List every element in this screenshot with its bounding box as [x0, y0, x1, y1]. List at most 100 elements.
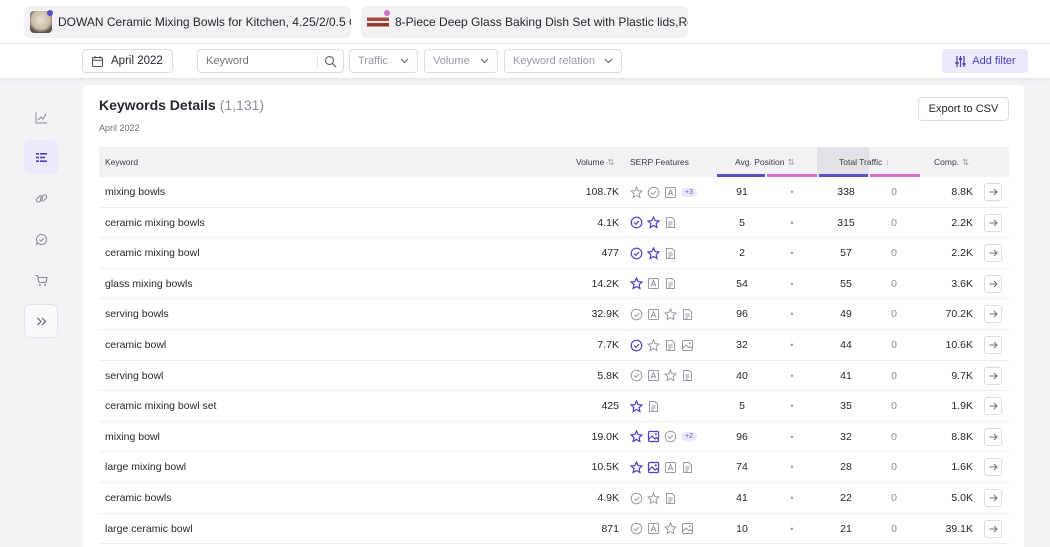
- product-tab-1[interactable]: DOWAN Ceramic Mixing Bowls for Kitchen, …: [24, 6, 351, 38]
- sidebar-item-overview[interactable]: [24, 100, 58, 134]
- column-avg-position[interactable]: Avg. Position ⇅: [735, 147, 795, 177]
- volume-cell: 108.7K: [585, 186, 619, 198]
- traffic-cell: 55: [840, 277, 852, 290]
- row-open-button[interactable]: [984, 391, 1004, 421]
- row-open-button[interactable]: [984, 514, 1004, 544]
- row-open-button[interactable]: [984, 422, 1004, 452]
- table-row[interactable]: serving bowls 32.9K 96 • 49 0 70.2K: [99, 299, 1009, 330]
- keyword-cell[interactable]: mixing bowl: [105, 422, 160, 452]
- arrow-right-icon[interactable]: [984, 213, 1002, 232]
- position-change-cell: •: [790, 248, 794, 259]
- keyword-input[interactable]: [206, 55, 314, 67]
- sidebar-expand-button[interactable]: [24, 304, 58, 338]
- keyword-cell[interactable]: ceramic mixing bowl set: [105, 391, 216, 421]
- arrow-right-icon[interactable]: [984, 274, 1002, 293]
- row-open-button[interactable]: [984, 177, 1004, 207]
- column-total-traffic[interactable]: Total Traffic ↓: [839, 147, 890, 177]
- search-icon[interactable]: [317, 54, 339, 68]
- calendar-icon: [91, 55, 104, 68]
- row-open-button[interactable]: [984, 238, 1004, 268]
- text-box-icon: [647, 522, 660, 535]
- avg-position-cell: 96: [736, 308, 748, 321]
- text-box-icon: [664, 186, 677, 199]
- keyword-search[interactable]: [197, 49, 344, 73]
- position-change-cell: •: [790, 340, 794, 350]
- sidebar-item-reviews[interactable]: [24, 222, 58, 256]
- add-filter-button[interactable]: Add filter: [942, 49, 1028, 73]
- column-volume[interactable]: Volume ⇅: [576, 147, 614, 177]
- column-comp[interactable]: Comp. ⇅: [934, 147, 969, 177]
- table-row[interactable]: serving bowl 5.8K 40 • 41 0 9.7K: [99, 361, 1009, 392]
- keyword-relation-dropdown[interactable]: Keyword relation: [504, 49, 622, 73]
- table-row[interactable]: ceramic mixing bowl set 425 5 • 35 0 1.9K: [99, 391, 1009, 422]
- traffic-cell: 41: [840, 369, 852, 382]
- arrow-right-icon[interactable]: [984, 183, 1002, 201]
- comp-cell: 2.2K: [951, 216, 973, 229]
- keyword-cell[interactable]: glass mixing bowls: [105, 269, 193, 299]
- sort-icon: ⇅: [607, 156, 615, 167]
- table-row[interactable]: glass mixing bowls 14.2K 54 • 55 0 3.6K: [99, 269, 1009, 300]
- arrow-right-icon[interactable]: [984, 519, 1002, 538]
- sidebar: [0, 79, 82, 547]
- arrow-right-icon[interactable]: [984, 489, 1002, 507]
- traffic-cell: 338: [837, 186, 855, 198]
- sidebar-item-links[interactable]: [24, 181, 58, 215]
- table-row[interactable]: ceramic bowl 7.7K 32 • 44 0 10.6K: [99, 330, 1009, 361]
- arrow-right-icon[interactable]: [984, 458, 1002, 477]
- traffic-dropdown[interactable]: Traffic: [349, 49, 418, 73]
- column-comp-label: Comp.: [934, 157, 960, 167]
- keyword-cell[interactable]: ceramic bowl: [105, 330, 166, 360]
- check-circle-icon: [630, 247, 643, 260]
- star-icon: [630, 277, 643, 290]
- serp-features-cell: [630, 269, 677, 299]
- date-picker[interactable]: April 2022: [82, 49, 173, 73]
- export-csv-button[interactable]: Export to CSV: [918, 97, 1009, 121]
- sidebar-item-keywords[interactable]: [24, 140, 58, 174]
- arrow-right-icon[interactable]: [984, 366, 1002, 385]
- volume-cell: 4.9K: [597, 492, 619, 504]
- keyword-cell[interactable]: serving bowls: [105, 299, 169, 329]
- product-tab-2[interactable]: 8-Piece Deep Glass Baking Dish Set with …: [361, 6, 688, 38]
- check-circle-icon: [630, 308, 643, 321]
- arrow-right-icon[interactable]: [984, 305, 1002, 324]
- arrow-right-icon[interactable]: [984, 427, 1002, 446]
- keyword-cell[interactable]: ceramic bowls: [105, 483, 172, 513]
- arrow-right-icon[interactable]: [984, 244, 1002, 263]
- traffic-cell: 32: [840, 430, 852, 443]
- table-row[interactable]: large ceramic bowl 871 10 • 21 0 39.1K: [99, 514, 1009, 545]
- keyword-cell[interactable]: ceramic mixing bowls: [105, 208, 205, 238]
- serp-features-cell: [630, 361, 694, 391]
- sidebar-item-products[interactable]: [24, 263, 58, 297]
- keyword-cell[interactable]: large mixing bowl: [105, 452, 186, 482]
- volume-dropdown[interactable]: Volume: [424, 49, 498, 73]
- keyword-cell[interactable]: large ceramic bowl: [105, 514, 193, 544]
- table-row[interactable]: large mixing bowl 10.5K 74 • 28 0 1.6K: [99, 452, 1009, 483]
- traffic-change-cell: 0: [891, 277, 897, 290]
- serp-more-badge[interactable]: +3: [681, 187, 697, 197]
- serp-features-cell: [630, 208, 677, 238]
- table-row[interactable]: mixing bowl 19.0K +2 96 • 32 0 8.8K: [99, 422, 1009, 453]
- row-open-button[interactable]: [984, 269, 1004, 299]
- row-open-button[interactable]: [984, 483, 1004, 513]
- column-serp-label: SERP Features: [630, 157, 689, 167]
- table-row[interactable]: ceramic mixing bowl 477 2 • 57 0 2.2K: [99, 238, 1009, 269]
- position-change-cell: •: [790, 217, 794, 228]
- row-open-button[interactable]: [984, 361, 1004, 391]
- document-icon: [664, 492, 677, 505]
- keyword-cell[interactable]: serving bowl: [105, 361, 163, 391]
- row-open-button[interactable]: [984, 330, 1004, 360]
- avg-position-cell: 40: [736, 369, 748, 382]
- arrow-right-icon[interactable]: [984, 397, 1002, 416]
- unread-dot-icon: [47, 10, 53, 16]
- text-box-icon: [647, 308, 660, 321]
- table-row[interactable]: mixing bowls 108.7K +3 91 • 338 0 8.8K: [99, 177, 1009, 208]
- row-open-button[interactable]: [984, 452, 1004, 482]
- table-row[interactable]: ceramic bowls 4.9K 41 • 22 0 5.0K: [99, 483, 1009, 514]
- row-open-button[interactable]: [984, 208, 1004, 238]
- keyword-cell[interactable]: ceramic mixing bowl: [105, 238, 200, 268]
- row-open-button[interactable]: [984, 299, 1004, 329]
- serp-more-badge[interactable]: +2: [681, 432, 697, 442]
- table-row[interactable]: ceramic mixing bowls 4.1K 5 • 315 0 2.2K: [99, 208, 1009, 239]
- arrow-right-icon[interactable]: [984, 336, 1002, 354]
- keyword-cell[interactable]: mixing bowls: [105, 177, 165, 207]
